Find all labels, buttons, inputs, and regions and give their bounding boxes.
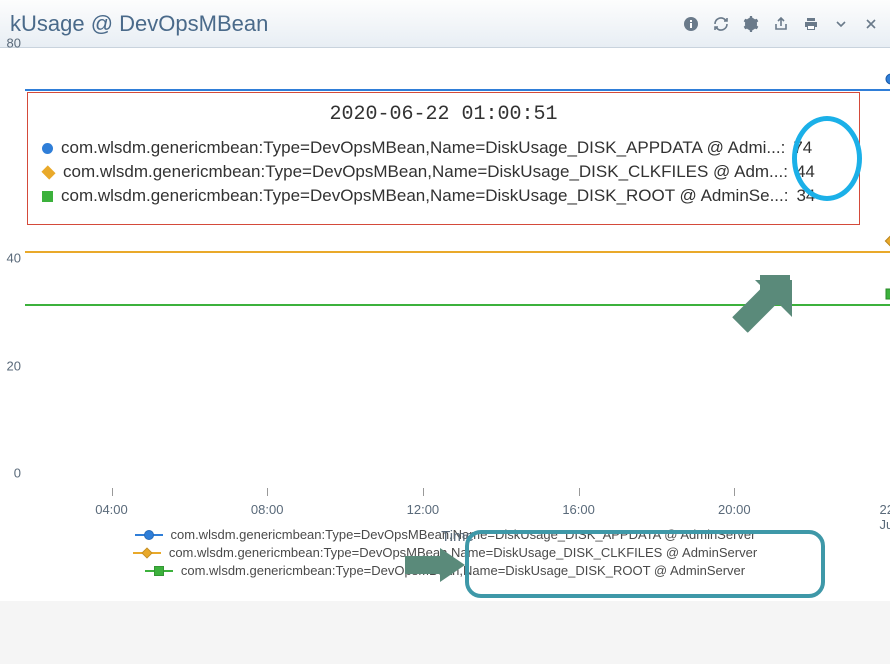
y-axis: 0 20 40 80 (0, 58, 25, 488)
legend-marker (133, 547, 161, 559)
series-marker-root (884, 287, 890, 299)
x-tick: 08:00 (251, 502, 284, 517)
panel-title: kUsage @ DevOpsMBean (10, 11, 268, 37)
square-icon (42, 191, 53, 202)
chart-tooltip: 2020-06-22 01:00:51 com.wlsdm.genericmbe… (27, 92, 860, 225)
share-icon[interactable] (772, 15, 790, 33)
circle-icon (42, 143, 53, 154)
chevron-down-icon[interactable] (832, 15, 850, 33)
print-icon[interactable] (802, 15, 820, 33)
x-tick: 20:00 (718, 502, 751, 517)
series-line-clkfiles (25, 251, 890, 253)
y-tick: 80 (7, 36, 21, 51)
legend-item[interactable]: com.wlsdm.genericmbean:Type=DevOpsMBean,… (0, 563, 890, 578)
gear-icon[interactable] (742, 15, 760, 33)
y-tick: 20 (7, 358, 21, 373)
tooltip-row: com.wlsdm.genericmbean:Type=DevOpsMBean,… (42, 162, 845, 182)
info-icon[interactable] (682, 15, 700, 33)
x-tick: 04:00 (95, 502, 128, 517)
y-tick: 0 (14, 466, 21, 481)
legend-label: com.wlsdm.genericmbean:Type=DevOpsMBean,… (181, 563, 745, 578)
tooltip-row: com.wlsdm.genericmbean:Type=DevOpsMBean,… (42, 186, 845, 206)
tooltip-timestamp: 2020-06-22 01:00:51 (42, 103, 845, 126)
diamond-icon (41, 165, 55, 179)
series-line-appdata (25, 89, 890, 91)
y-tick: 40 (7, 251, 21, 266)
header-toolbar (682, 15, 880, 33)
legend-marker (135, 529, 163, 541)
tooltip-label: com.wlsdm.genericmbean:Type=DevOpsMBean,… (61, 138, 785, 158)
tooltip-value: 74 (793, 138, 812, 158)
legend-marker (145, 565, 173, 577)
tooltip-label: com.wlsdm.genericmbean:Type=DevOpsMBean,… (63, 162, 788, 182)
refresh-icon[interactable] (712, 15, 730, 33)
x-tick: 16:00 (562, 502, 595, 517)
tooltip-label: com.wlsdm.genericmbean:Type=DevOpsMBean,… (61, 186, 788, 206)
tooltip-value: 34 (796, 186, 815, 206)
close-icon[interactable] (862, 15, 880, 33)
legend-item[interactable]: com.wlsdm.genericmbean:Type=DevOpsMBean,… (0, 545, 890, 560)
x-tick: 12:00 (407, 502, 440, 517)
series-marker-clkfiles (884, 234, 890, 246)
series-line-root (25, 304, 890, 306)
tooltip-row: com.wlsdm.genericmbean:Type=DevOpsMBean,… (42, 138, 845, 158)
panel-header: kUsage @ DevOpsMBean (0, 0, 890, 48)
series-marker-appdata (884, 72, 890, 84)
legend-label: com.wlsdm.genericmbean:Type=DevOpsMBean,… (169, 545, 757, 560)
tooltip-value: 44 (796, 162, 815, 182)
